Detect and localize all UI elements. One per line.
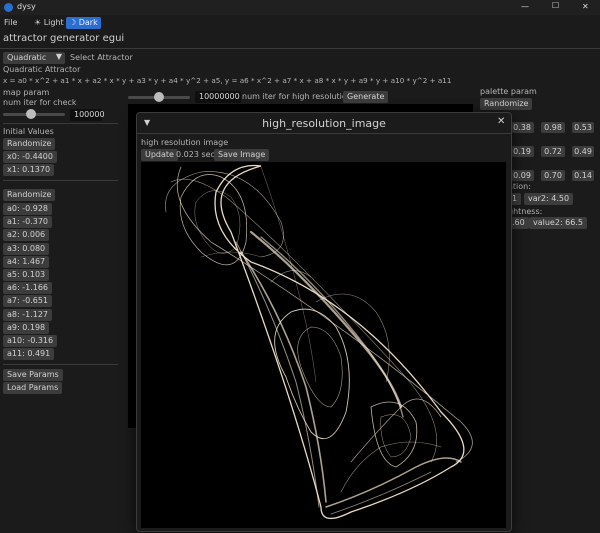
param-drag-value[interactable]: a10: -0.316 [3,335,58,347]
initial-randomize-button[interactable]: Randomize [3,138,56,150]
attractor-formula: x = a0 * x^2 + a1 * x + a2 * x * y + a3 … [3,76,452,85]
dark-theme-button[interactable]: ☽ Dark [66,17,101,29]
map-param-title: map param [3,88,50,97]
render-time: 0.023 sec [176,150,215,159]
var2-drag-value[interactable]: var2: 4.50 [524,193,574,205]
param-drag-value[interactable]: a1: -0.370 [3,216,53,229]
value2-drag-value[interactable]: value2: 66.5 [529,217,587,229]
save-image-button[interactable]: Save Image [214,149,270,161]
params-randomize-button[interactable]: Randomize [3,189,56,201]
generate-button[interactable]: Generate [343,91,389,103]
title-bar: dysy — ☐ ✕ [0,0,600,15]
window-title: high_resolution_image [262,117,386,130]
hires-iter-slider[interactable] [128,92,190,102]
param-drag-value[interactable]: a0: -0.928 [3,203,53,215]
hires-iter-label: num iter for high resolution [242,92,352,101]
num-iter-check-input[interactable]: 100000 [70,109,105,121]
palette-randomize-button[interactable]: Randomize [480,98,533,110]
param-drag-value[interactable]: a9: 0.198 [3,321,50,334]
palette-drag-value[interactable]: 0.14 [572,170,594,181]
param-drag-value[interactable]: a4: 1.467 [3,255,50,268]
initial-values-title: Initial Values [3,127,54,136]
num-iter-check-label: num iter for check [3,98,77,107]
hires-section-label: high resolution image [141,138,229,147]
attractor-name: Quadratic Attractor [3,65,81,74]
page-heading: attractor generator egui [3,33,125,44]
attractor-plot [165,164,473,519]
param-drag-value[interactable]: a11: 0.491 [3,348,55,361]
x1-drag-value[interactable]: x1: 0.1370 [3,164,55,176]
param-drag-value[interactable]: a3: 0.080 [3,242,50,255]
palette-drag-value[interactable]: 0.70 [541,170,565,181]
param-drag-value[interactable]: a6: -1.166 [3,282,53,295]
hires-iter-input[interactable]: 10000000 [195,91,241,103]
param-drag-value[interactable]: a2: 0.006 [3,229,50,242]
attractor-image [141,162,506,528]
close-icon[interactable]: ✕ [497,117,505,127]
slider-handle[interactable] [25,109,36,119]
brightness-label: ghtness: [508,207,543,216]
maximize-icon[interactable]: ☐ [552,1,559,11]
palette-drag-value[interactable]: 0.38 [510,122,534,133]
num-iter-check-slider[interactable] [3,109,65,119]
save-params-button[interactable]: Save Params [3,369,63,381]
chevron-down-icon: ▼ [55,52,62,61]
slider-handle[interactable] [154,92,164,102]
x0-drag-value[interactable]: x0: -0.4400 [3,151,57,163]
update-button[interactable]: Update [141,149,178,161]
attractor-dropdown[interactable]: Quadratic ▼ [3,52,65,64]
menu-file[interactable]: File [4,18,17,28]
palette-drag-value[interactable]: 0.98 [541,122,565,133]
high-resolution-window[interactable]: ▼ high_resolution_image ✕ high resolutio… [136,112,512,532]
palette-drag-value[interactable]: 0.09 [510,170,534,181]
param-drag-value[interactable]: a8: -1.127 [3,308,53,321]
load-params-button[interactable]: Load Params [3,382,63,394]
palette-drag-value[interactable]: 0.72 [541,146,565,157]
app-title: dysy [17,2,36,11]
palette-title: palette param [480,87,537,96]
close-window-icon[interactable]: ✕ [582,2,589,12]
palette-drag-value[interactable]: 0.53 [572,122,594,133]
param-drag-value[interactable]: a5: 0.103 [3,269,50,281]
light-theme-button[interactable]: ☀ Light [34,18,64,28]
select-attractor-label: Select Attractor [70,53,133,62]
minimize-icon[interactable]: — [521,2,529,12]
palette-drag-value[interactable]: 0.19 [510,146,534,157]
palette-drag-value[interactable]: 0.49 [572,146,594,157]
app-logo-icon [4,3,13,12]
param-drag-value[interactable]: a7: -0.651 [3,295,53,308]
window-title-bar[interactable]: ▼ high_resolution_image ✕ [137,113,511,134]
attractor-dropdown-value: Quadratic [7,53,47,62]
